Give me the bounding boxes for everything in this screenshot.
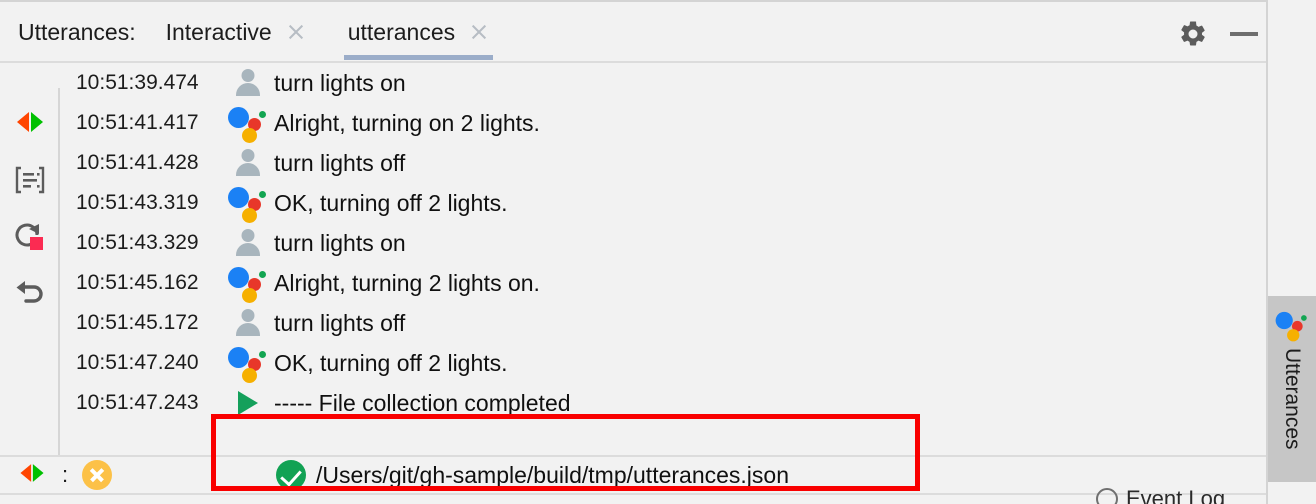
soft-wrap-icon[interactable] [11, 161, 49, 199]
rerun-stop-icon[interactable] [11, 217, 49, 255]
undo-icon[interactable] [11, 275, 49, 313]
log-message: turn lights off [274, 309, 406, 336]
event-log-label: Event Log [1126, 486, 1226, 504]
assistant-icon [1275, 309, 1309, 342]
tab-interactive[interactable]: Interactive [160, 2, 312, 62]
sidebar-item-utterances[interactable]: Utterances [1268, 296, 1316, 482]
status-bar: : /Users/git/gh-sample/build/tmp/utteran… [0, 455, 1266, 495]
tab-interactive-label: Interactive [165, 18, 272, 45]
log-timestamp: 10:51:43.319 [76, 191, 199, 214]
assistant-icon [228, 183, 268, 223]
user-icon [228, 63, 268, 103]
assistant-icon [228, 263, 268, 303]
scroll-to-ends-icon[interactable] [11, 103, 49, 141]
log-row[interactable]: 10:51:45.172 turn lights off [60, 303, 1266, 343]
log-message: turn lights on [274, 69, 406, 96]
gear-icon[interactable] [1178, 19, 1208, 49]
event-log-icon [1096, 488, 1118, 504]
utterances-tool-window: Utterances: Interactive utterances 10:51… [0, 0, 1316, 504]
left-toolbar [0, 63, 58, 455]
log-message: OK, turning off 2 lights. [274, 349, 508, 376]
right-tool-window-strip: Utterances [1266, 0, 1316, 504]
log-message: turn lights on [274, 229, 406, 256]
log-row[interactable]: 10:51:47.243 ----- File collection compl… [60, 383, 1266, 423]
log-timestamp: 10:51:45.162 [76, 271, 199, 294]
log-content[interactable]: 10:51:39.474 turn lights on 10:51:41.417… [60, 63, 1266, 455]
log-timestamp: 10:51:39.474 [76, 71, 199, 94]
event-log-button[interactable]: Event Log [1096, 486, 1225, 504]
log-message: ----- File collection completed [274, 389, 571, 416]
assistant-icon [228, 103, 268, 143]
success-check-icon [276, 460, 306, 490]
active-tab-underline [343, 55, 494, 60]
user-icon [228, 303, 268, 343]
assistant-icon [228, 343, 268, 383]
log-row[interactable]: 10:51:43.319 OK, turning off 2 lights. [60, 183, 1266, 223]
log-timestamp: 10:51:41.428 [76, 151, 199, 174]
log-timestamp: 10:51:47.243 [76, 391, 199, 414]
tab-utterances[interactable]: utterances [342, 2, 495, 62]
sidebar-item-label: Utterances [1281, 348, 1304, 450]
log-timestamp: 10:51:41.417 [76, 111, 199, 134]
header-icon-group [1178, 4, 1258, 64]
log-message: Alright, turning 2 lights on. [274, 269, 540, 296]
log-row[interactable]: 10:51:43.329 turn lights on [60, 223, 1266, 263]
log-row[interactable]: 10:51:39.474 turn lights on [60, 63, 1266, 103]
bottom-filler [0, 495, 1266, 504]
status-bar-path-group[interactable]: /Users/git/gh-sample/build/tmp/utterance… [60, 455, 1260, 495]
tab-utterances-label: utterances [347, 18, 456, 45]
close-icon[interactable] [469, 22, 489, 42]
log-timestamp: 10:51:47.240 [76, 351, 199, 374]
minimize-icon[interactable] [1230, 32, 1258, 36]
log-timestamp: 10:51:45.172 [76, 311, 199, 334]
tool-window-title: Utterances: [18, 18, 136, 45]
log-message: OK, turning off 2 lights. [274, 189, 508, 216]
close-icon[interactable] [286, 22, 306, 42]
log-row[interactable]: 10:51:41.417 Alright, turning on 2 light… [60, 103, 1266, 143]
log-row[interactable]: 10:51:47.240 OK, turning off 2 lights. [60, 343, 1266, 383]
tab-bar: Utterances: Interactive utterances [0, 2, 1266, 62]
user-icon [228, 143, 268, 183]
log-message: turn lights off [274, 149, 406, 176]
user-icon [228, 223, 268, 263]
output-file-path: /Users/git/gh-sample/build/tmp/utterance… [316, 461, 789, 488]
scroll-to-ends-icon[interactable] [16, 461, 48, 490]
log-row[interactable]: 10:51:45.162 Alright, turning 2 lights o… [60, 263, 1266, 303]
log-timestamp: 10:51:43.329 [76, 231, 199, 254]
log-row[interactable]: 10:51:41.428 turn lights off [60, 143, 1266, 183]
play-icon [228, 383, 268, 423]
log-message: Alright, turning on 2 lights. [274, 109, 540, 136]
